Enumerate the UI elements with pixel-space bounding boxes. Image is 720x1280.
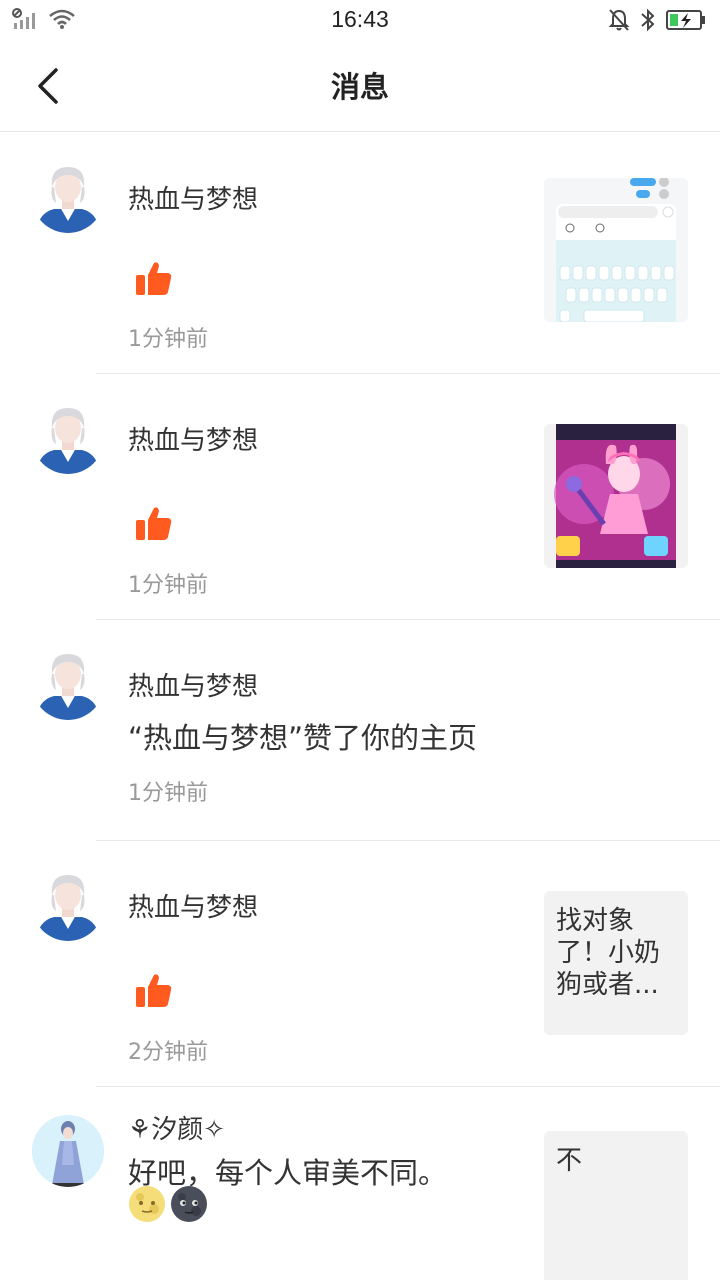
avatar[interactable] [32,1115,104,1187]
list-item[interactable]: 热血与梦想 “热血与梦想”赞了你的主页 1分钟前 [0,620,720,841]
list-item[interactable]: 热血与梦想 2分钟前 找对象了！小奶狗或者... [0,841,720,1087]
mute-bell-icon [608,8,630,36]
thumbs-up-icon [134,259,174,299]
emoji-row [128,1185,208,1227]
avatar[interactable] [32,869,104,941]
thumbnail-text-content: 找对象了！小奶狗或者... [556,906,661,1000]
sender-name: 热血与梦想 [128,185,259,215]
sender-name: ⚘汐颜✧ [128,1115,226,1145]
thumbnail-keyboard-screenshot[interactable] [544,178,688,322]
thumbs-up-icon [134,971,174,1011]
thumbnail-pink-game-character[interactable] [544,424,688,568]
timestamp: 2分钟前 [128,1040,208,1065]
thumbnail-text[interactable]: 找对象了！小奶狗或者... [544,891,688,1035]
sender-name: 热血与梦想 [128,426,259,456]
avatar[interactable] [32,402,104,474]
avatar[interactable] [32,161,104,233]
bluetooth-icon [640,8,656,36]
status-bar: 16:43 [0,0,720,40]
list-item[interactable]: 热血与梦想 1分钟前 [0,133,720,374]
battery-icon [666,9,706,35]
thumbnail-text-content: 不 [556,1146,583,1176]
status-right [608,8,706,36]
new-moon-face-emoji [170,1185,208,1227]
sender-name: 热血与梦想 [128,893,259,923]
list-item[interactable]: 热血与梦想 1分钟前 [0,374,720,620]
sender-name: 热血与梦想 [128,672,259,702]
thumbnail-text[interactable]: 不 [544,1131,688,1280]
nav-bar: 消息 [0,40,720,132]
avatar[interactable] [32,648,104,720]
timestamp: 1分钟前 [128,781,208,806]
message-list: 热血与梦想 1分钟前 热血与梦想 1分钟前 热血与梦想 “热血与梦想”赞了你的主… [0,133,720,1280]
timestamp: 1分钟前 [128,327,208,352]
thumbs-up-icon [134,504,174,544]
timestamp: 1分钟前 [128,573,208,598]
full-moon-face-emoji [128,1185,166,1227]
list-item[interactable]: ⚘汐颜✧ 好吧，每个人审美不同。 不 [0,1087,720,1280]
page-title: 消息 [330,70,389,104]
message-text: “热血与梦想”赞了你的主页 [128,721,478,755]
